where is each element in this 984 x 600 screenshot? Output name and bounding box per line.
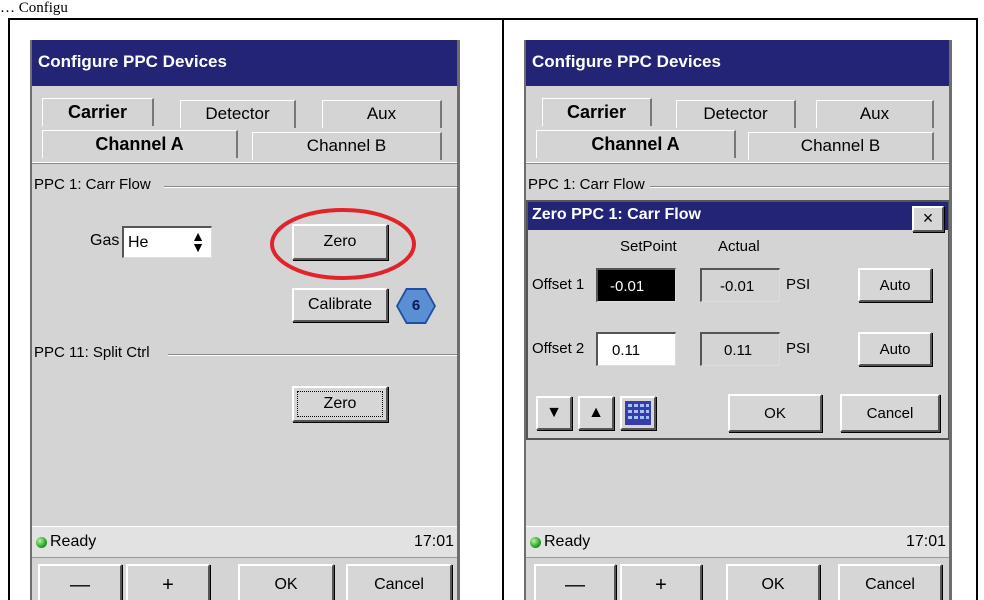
tab-aux[interactable]: Aux bbox=[816, 100, 934, 128]
figure-caption: … Configu bbox=[0, 0, 68, 16]
right-device-screen: Configure PPC Devices Carrier Detector A… bbox=[524, 40, 952, 600]
down-arrow-button[interactable]: ▼ bbox=[536, 396, 572, 430]
tab-aux[interactable]: Aux bbox=[322, 100, 442, 128]
tab-channel-a[interactable]: Channel A bbox=[536, 130, 736, 158]
minus-button[interactable]: — bbox=[38, 564, 122, 600]
updown-arrows-icon: ▲ ▼ bbox=[191, 228, 205, 255]
cancel-button[interactable]: Cancel bbox=[346, 564, 452, 600]
ok-button[interactable]: OK bbox=[726, 564, 820, 600]
left-device-screen: Configure PPC Devices Carrier Detector A… bbox=[30, 40, 460, 600]
offset1-actual-value: -0.01 bbox=[700, 268, 780, 302]
cancel-button[interactable]: Cancel bbox=[838, 564, 942, 600]
dialog-close-button[interactable]: × bbox=[912, 206, 944, 232]
status-time: 17:01 bbox=[413, 533, 454, 550]
tab-detector[interactable]: Detector bbox=[180, 100, 296, 128]
status-bar: Ready 17:01 bbox=[526, 526, 949, 558]
tab-channel-a[interactable]: Channel A bbox=[42, 130, 238, 158]
step-badge-number: 6 bbox=[398, 290, 434, 322]
app-titlebar: Configure PPC Devices bbox=[526, 40, 949, 86]
tab-carrier[interactable]: Carrier bbox=[42, 98, 154, 126]
section-ppc1-label: PPC 1: Carr Flow bbox=[528, 176, 645, 193]
plus-button[interactable]: + bbox=[620, 564, 702, 600]
zero-button-split[interactable]: Zero bbox=[292, 386, 388, 422]
up-arrow-button[interactable]: ▲ bbox=[578, 396, 614, 430]
tab-carrier[interactable]: Carrier bbox=[542, 98, 652, 126]
status-ready-icon bbox=[36, 537, 47, 548]
section-ppc11-line bbox=[168, 354, 457, 356]
step-badge-icon: 6 bbox=[396, 288, 436, 324]
app-titlebar: Configure PPC Devices bbox=[32, 40, 457, 86]
tab-underline bbox=[32, 162, 457, 164]
gas-label: Gas bbox=[90, 232, 120, 249]
keypad-button[interactable] bbox=[620, 396, 656, 430]
offset1-unit: PSI bbox=[786, 276, 811, 293]
offset1-setpoint-field[interactable]: -0.01 bbox=[596, 268, 676, 302]
offset2-auto-button[interactable]: Auto bbox=[858, 332, 932, 366]
dialog-cancel-button[interactable]: Cancel bbox=[840, 394, 940, 432]
dialog-ok-button[interactable]: OK bbox=[728, 394, 822, 432]
status-text: Ready bbox=[50, 533, 97, 550]
status-time: 17:01 bbox=[905, 533, 946, 550]
dialog-title: Zero PPC 1: Carr Flow bbox=[528, 202, 948, 230]
status-ready-icon bbox=[530, 537, 541, 548]
col-actual-header: Actual bbox=[718, 238, 760, 255]
offset2-actual-value: 0.11 bbox=[700, 332, 780, 366]
status-bar: Ready 17:01 bbox=[32, 526, 457, 558]
calibrate-button[interactable]: Calibrate bbox=[292, 288, 388, 322]
tab-detector[interactable]: Detector bbox=[676, 100, 796, 128]
keypad-icon bbox=[625, 401, 651, 425]
offset1-label: Offset 1 bbox=[532, 276, 585, 293]
highlight-circle bbox=[270, 208, 416, 280]
section-ppc1-line bbox=[650, 186, 949, 188]
col-setpoint-header: SetPoint bbox=[620, 238, 677, 255]
offset2-unit: PSI bbox=[786, 340, 811, 357]
status-text: Ready bbox=[544, 533, 591, 550]
zero-dialog: Zero PPC 1: Carr Flow × SetPoint Actual … bbox=[526, 200, 949, 440]
section-ppc11-label: PPC 11: Split Ctrl bbox=[34, 344, 150, 361]
ok-button[interactable]: OK bbox=[238, 564, 334, 600]
gas-select[interactable]: He ▲ ▼ bbox=[122, 226, 212, 258]
minus-button[interactable]: — bbox=[534, 564, 616, 600]
gas-select-value: He bbox=[128, 234, 149, 251]
tab-channel-b[interactable]: Channel B bbox=[252, 132, 442, 160]
offset1-auto-button[interactable]: Auto bbox=[858, 268, 932, 302]
section-ppc1-label: PPC 1: Carr Flow bbox=[34, 176, 151, 193]
section-ppc1-line bbox=[164, 186, 457, 188]
offset2-label: Offset 2 bbox=[532, 340, 585, 357]
tab-channel-b[interactable]: Channel B bbox=[748, 132, 934, 160]
tab-underline bbox=[526, 162, 949, 164]
offset2-setpoint-field[interactable]: 0.11 bbox=[596, 332, 676, 366]
plus-button[interactable]: + bbox=[126, 564, 210, 600]
